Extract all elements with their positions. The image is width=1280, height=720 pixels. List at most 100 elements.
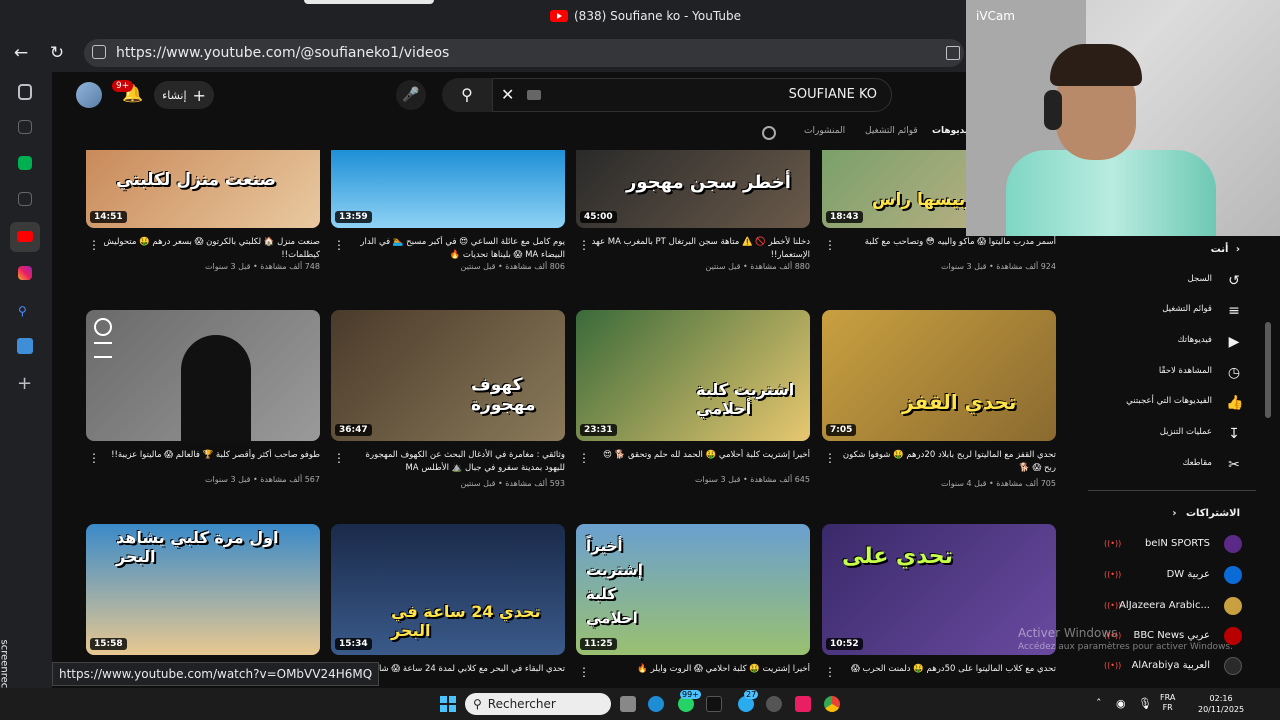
- subscriptions-heading[interactable]: › الاشتراكات: [1172, 508, 1240, 519]
- active-tab-indicator[interactable]: [304, 0, 434, 4]
- search-input[interactable]: ✕ SOUFIANE KO: [492, 78, 892, 112]
- video-thumbnail[interactable]: تحدي القفز 7:05: [822, 310, 1056, 441]
- you-section-heading[interactable]: أنت ›: [1211, 244, 1240, 255]
- tab-posts[interactable]: المنشورات: [804, 126, 845, 136]
- video-menu-icon[interactable]: ⋮: [333, 238, 345, 252]
- app-icon[interactable]: [18, 192, 32, 206]
- video-menu-icon[interactable]: ⋮: [824, 451, 836, 465]
- video-thumbnail[interactable]: اشتريت كلبة أحلامي 23:31: [576, 310, 810, 441]
- sidebar-item-watch-later[interactable]: المشاهدة لاحقًا ◷: [1084, 358, 1260, 388]
- video-card[interactable]: ⋮ طوفو صاحب أكثر وأقصر كلبة 🏆 فالعالم 😱 …: [86, 310, 320, 485]
- capcut-icon[interactable]: [795, 696, 811, 712]
- sidebar-item-clips[interactable]: مقاطعك ✂: [1084, 450, 1260, 480]
- video-card[interactable]: تحدي على 10:52 ⋮ تحدي مع كلاب الماليتوا …: [822, 524, 1056, 688]
- video-menu-icon[interactable]: ⋮: [578, 665, 590, 679]
- sidebar-item-playlists[interactable]: قوائم التشغيل ≡: [1084, 296, 1260, 326]
- clear-search-icon[interactable]: ✕: [501, 85, 514, 104]
- windows-start-icon[interactable]: [440, 696, 456, 712]
- voice-search-mic-icon[interactable]: 🎤: [396, 80, 426, 110]
- tray-overflow-icon[interactable]: ˆ: [1096, 697, 1102, 710]
- language-code: FRA: [1160, 693, 1176, 702]
- video-card[interactable]: اول مرة كلبي يشاهد البحر 15:58: [86, 524, 320, 655]
- subscription-item[interactable]: ((•)) DW عربية: [1084, 561, 1260, 591]
- edge-icon[interactable]: [648, 696, 664, 712]
- sidebar-item-liked-videos[interactable]: الفيديوهات التي أعجبتني 👍: [1084, 388, 1260, 418]
- channel-search-icon[interactable]: [762, 126, 776, 140]
- language-indicator[interactable]: FRA FR: [1160, 693, 1175, 713]
- subscription-item[interactable]: ((•)) AlJazeera Arabic...: [1084, 592, 1260, 622]
- video-menu-icon[interactable]: ⋮: [88, 238, 100, 252]
- taskbar-search[interactable]: ⚲ Rechercher: [465, 693, 611, 715]
- url-text[interactable]: https://www.youtube.com/@soufianeko1/vid…: [116, 45, 449, 61]
- video-card[interactable]: أخطر سجن مهجور 45:00 ⋮ دخلنا لأخطر 🚫 ⚠️ …: [576, 150, 810, 272]
- sidebar-item-downloads[interactable]: عمليات التنزيل ↧: [1084, 419, 1260, 449]
- video-card[interactable]: تحدي القفز 7:05 ⋮ تحدي القفز مع الماليتو…: [822, 310, 1056, 493]
- video-title[interactable]: أخيرا إشتريت 🤑 كلبة احلامي 😱 الروت وايلر…: [590, 663, 810, 688]
- video-card[interactable]: أخيراً إشتريت كلبة احلامي 11:25 ⋮ أخيرا …: [576, 524, 810, 688]
- video-title[interactable]: أسمر مدرب ماليتوا 😱 ماكو والييه 😳 وتصاحب…: [836, 236, 1056, 262]
- video-thumbnail[interactable]: اول مرة كلبي يشاهد البحر 15:58: [86, 524, 320, 655]
- watch-later-icon[interactable]: [94, 318, 112, 336]
- video-menu-icon[interactable]: ⋮: [578, 238, 590, 252]
- tray-app-icon[interactable]: ◉: [1116, 697, 1126, 710]
- create-button[interactable]: إنشاء +: [154, 81, 214, 109]
- video-title[interactable]: صنعت منزل 🏠 لكلبتي بالكرتون 😱 بسعر درهم …: [100, 236, 320, 262]
- subscription-item[interactable]: ((•)) beIN SPORTS: [1084, 530, 1260, 560]
- video-menu-icon[interactable]: ⋮: [333, 451, 345, 465]
- video-thumbnail[interactable]: [86, 310, 320, 441]
- video-card[interactable]: كهوف مهجورة 36:47 ⋮ وثائقي : مغامرة في ا…: [331, 310, 565, 493]
- microphone-icon[interactable]: 🎙: [1138, 697, 1152, 710]
- video-thumbnail[interactable]: أخطر سجن مهجور 45:00: [576, 150, 810, 228]
- video-title[interactable]: طوفو صاحب أكثر وأقصر كلبة 🏆 فالعالم 😱 ما…: [100, 449, 320, 475]
- search-sidebar-icon[interactable]: ⚲: [18, 304, 32, 318]
- site-info-icon[interactable]: [92, 45, 106, 59]
- video-menu-icon[interactable]: ⋮: [824, 665, 836, 679]
- search-button[interactable]: ⚲: [442, 78, 492, 112]
- video-thumbnail[interactable]: صنعت منزل لكلبتي 14:51: [86, 150, 320, 228]
- video-thumbnail[interactable]: كهوف مهجورة 36:47: [331, 310, 565, 441]
- video-title[interactable]: يوم كامل مع عائلة الساعي 😍 في أكبر مسبح …: [345, 236, 565, 262]
- task-view-icon[interactable]: [620, 696, 636, 712]
- add-to-queue-icon[interactable]: [94, 342, 112, 358]
- tab-actions-icon[interactable]: [18, 84, 32, 100]
- outlook-icon[interactable]: [17, 338, 33, 354]
- back-arrow-icon[interactable]: ←: [10, 42, 32, 64]
- video-menu-icon[interactable]: ⋮: [824, 238, 836, 252]
- url-field[interactable]: https://www.youtube.com/@soufianeko1/vid…: [84, 39, 964, 67]
- kick-app-icon[interactable]: [18, 156, 32, 170]
- video-thumbnail[interactable]: 13:59: [331, 150, 565, 228]
- subscription-item[interactable]: ((•)) AlArabiya العربية: [1084, 652, 1260, 682]
- video-title[interactable]: تحدي القفز مع الماليتوا لربح بابلاد 20در…: [836, 449, 1056, 475]
- keyboard-icon[interactable]: [527, 90, 541, 100]
- chrome-icon[interactable]: [824, 696, 840, 712]
- video-title[interactable]: تحدي مع كلاب الماليتوا على 50درهم 🤑 دلمن…: [836, 663, 1056, 688]
- sidebar-item-history[interactable]: السجل ↺: [1084, 266, 1260, 296]
- collections-icon[interactable]: [18, 120, 32, 134]
- channel-avatar: [1224, 657, 1242, 675]
- video-title[interactable]: وثائقي : مغامرة في الأدغال البحث عن الكه…: [345, 449, 565, 475]
- tab-playlists[interactable]: قوائم التشغيل: [865, 126, 918, 136]
- video-thumbnail[interactable]: أخيراً إشتريت كلبة احلامي 11:25: [576, 524, 810, 655]
- search-query-text[interactable]: SOUFIANE KO: [789, 87, 877, 102]
- sidebar-item-your-videos[interactable]: فيديوهاتك ▶: [1084, 327, 1260, 357]
- reload-icon[interactable]: ↻: [46, 42, 68, 64]
- avatar[interactable]: [76, 82, 102, 108]
- video-card[interactable]: صنعت منزل لكلبتي 14:51 ⋮ صنعت منزل 🏠 لكل…: [86, 150, 320, 272]
- system-clock[interactable]: 02:16 20/11/2025: [1198, 693, 1244, 715]
- video-title[interactable]: دخلنا لأخطر 🚫 ⚠️ متاهة سجن البرتغال PT ب…: [590, 236, 810, 262]
- youtube-app-button[interactable]: [10, 222, 40, 252]
- add-app-icon[interactable]: +: [17, 375, 33, 393]
- video-thumbnail[interactable]: تحدي 24 ساعة في البحر 15:34: [331, 524, 565, 655]
- video-title[interactable]: أخيرا إشتريت كلبة أحلامي 🤑 الحمد لله حلم…: [590, 449, 810, 475]
- video-menu-icon[interactable]: ⋮: [578, 451, 590, 465]
- settings-gear-icon[interactable]: [766, 696, 782, 712]
- video-menu-icon[interactable]: ⋮: [88, 451, 100, 465]
- tiktok-icon[interactable]: [706, 696, 722, 712]
- playlist-icon: ≡: [1228, 303, 1240, 319]
- instagram-icon[interactable]: [18, 266, 32, 280]
- app-available-icon[interactable]: [946, 46, 960, 60]
- subscription-name: DW عربية: [1166, 569, 1210, 580]
- page-scrollbar[interactable]: [1265, 322, 1271, 418]
- video-card[interactable]: اشتريت كلبة أحلامي 23:31 ⋮ أخيرا إشتريت …: [576, 310, 810, 485]
- video-card[interactable]: 13:59 ⋮ يوم كامل مع عائلة الساعي 😍 في أك…: [331, 150, 565, 272]
